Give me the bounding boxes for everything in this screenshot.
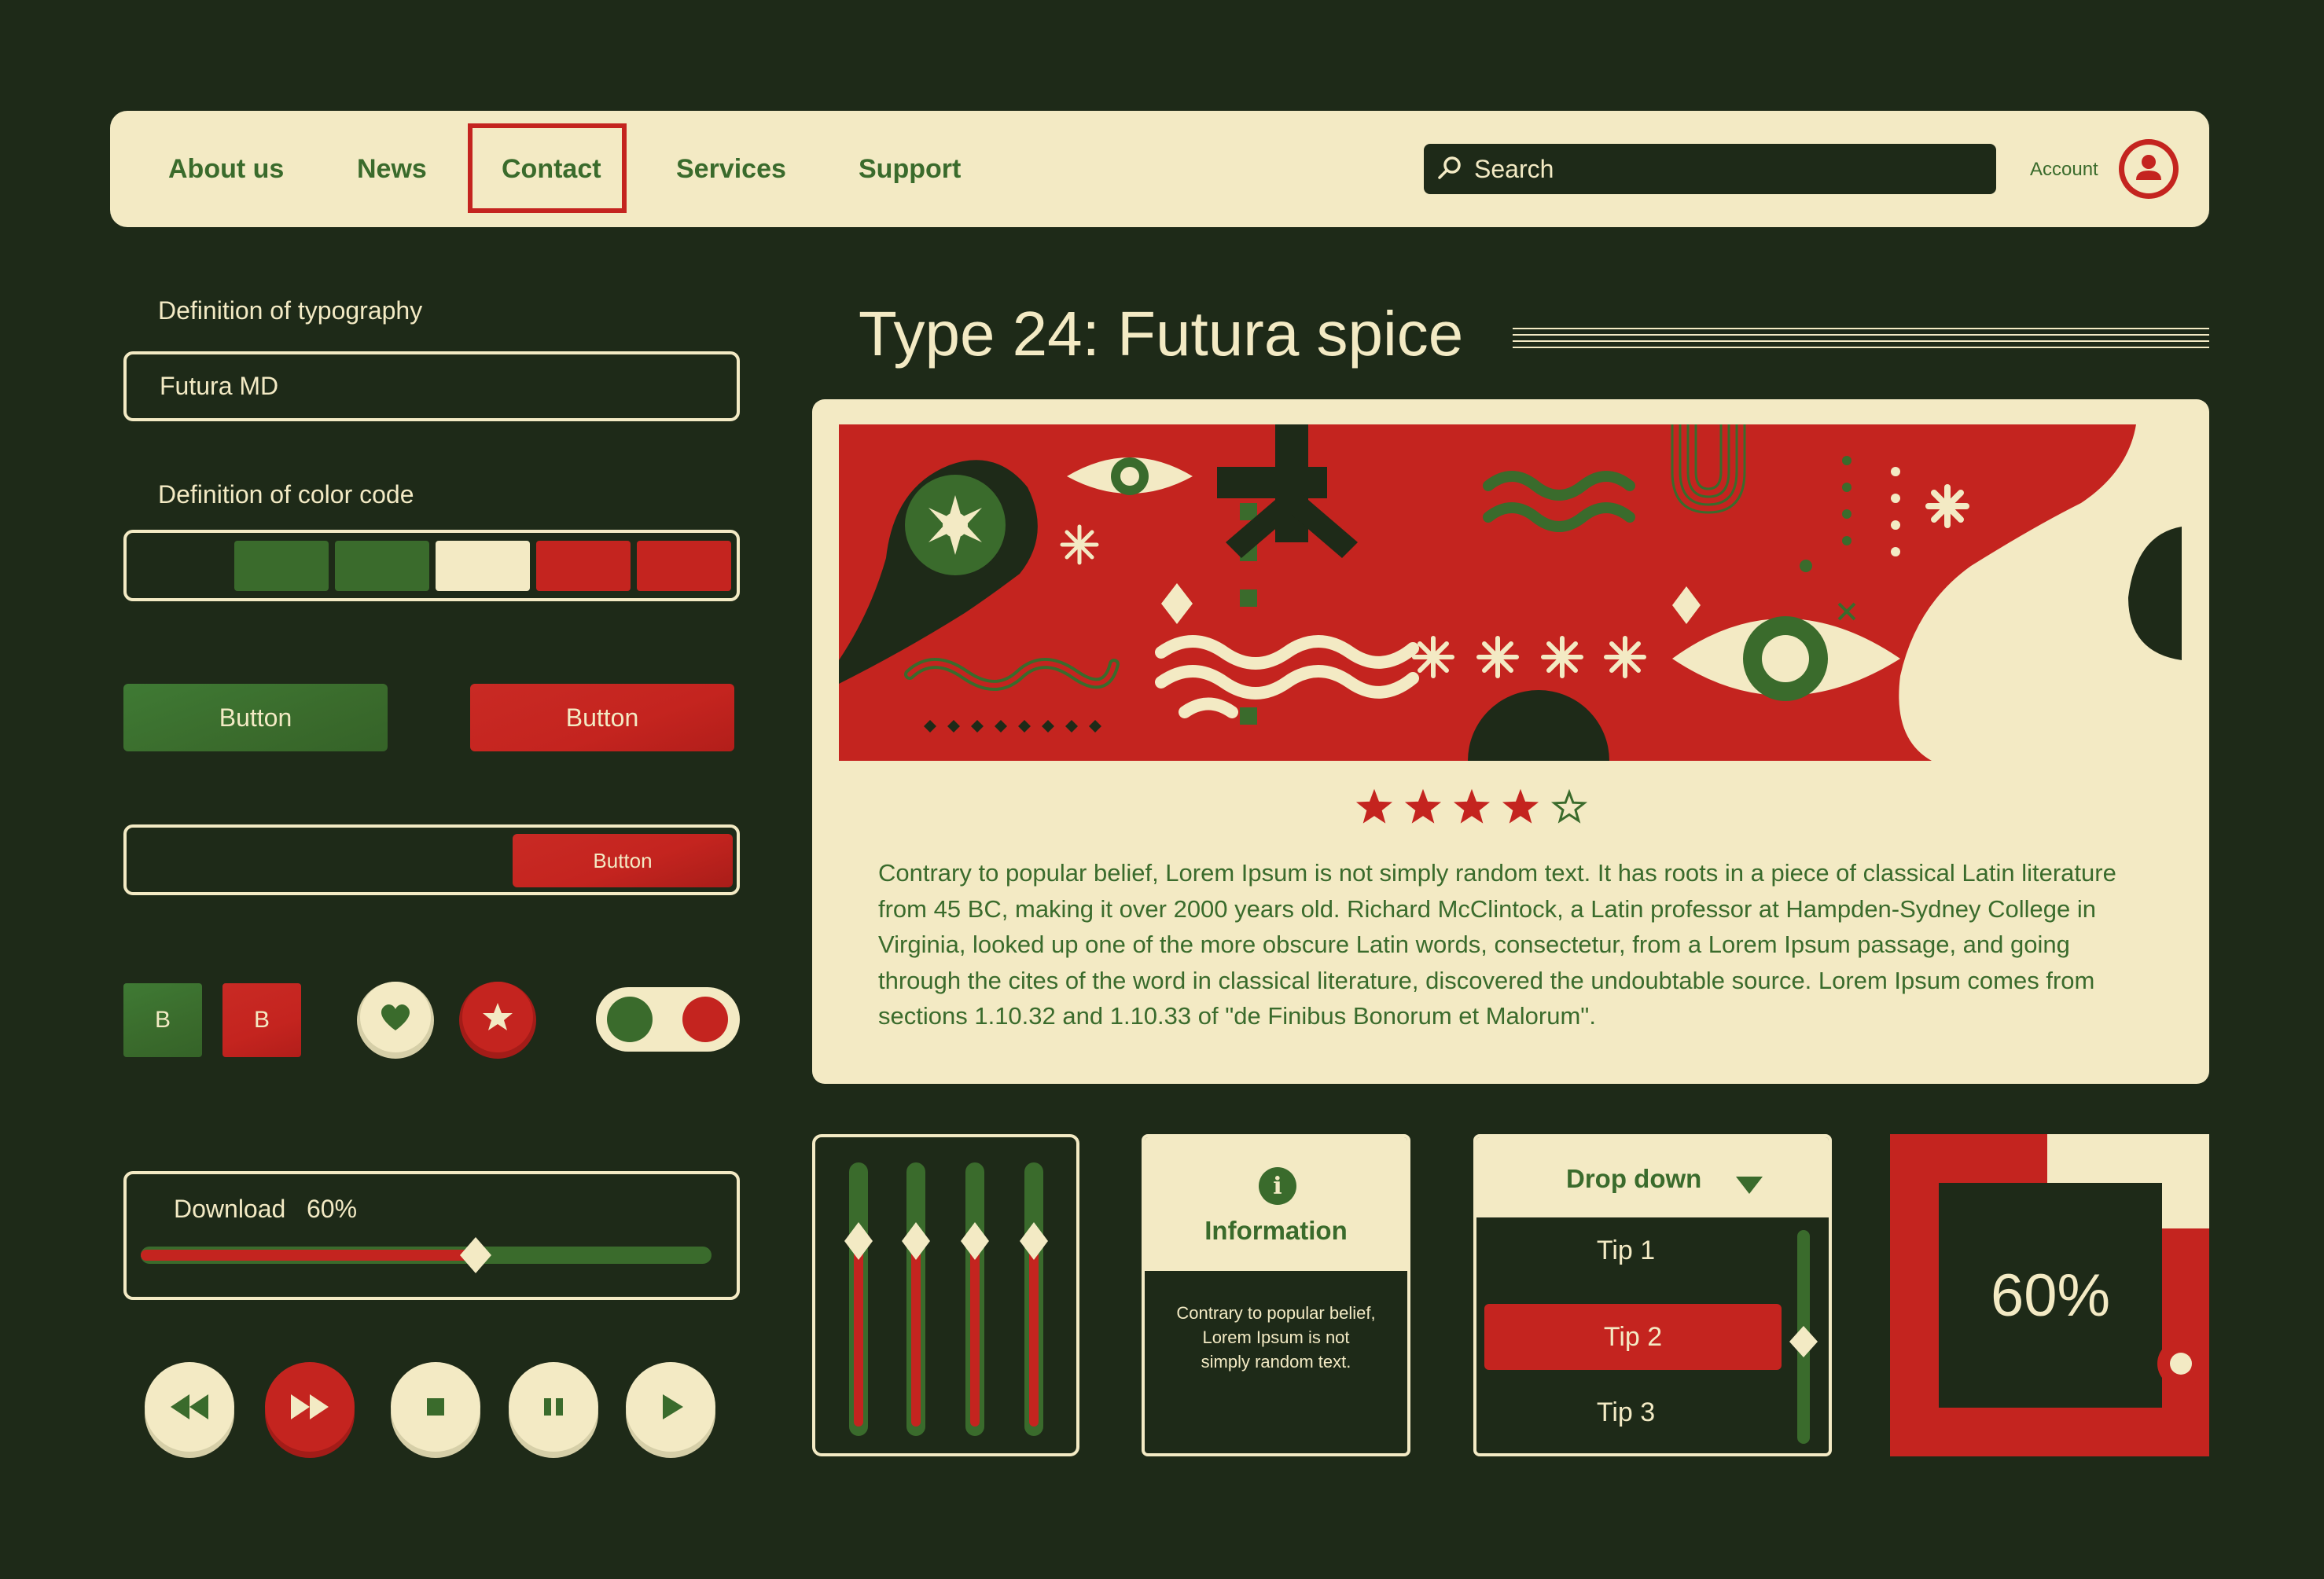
play-button[interactable] [626,1362,715,1452]
slide-button[interactable]: Button [513,834,733,887]
search-icon [1438,156,1461,179]
information-card: i Information Contrary to popular belief… [1142,1134,1410,1456]
percent-card-knob[interactable] [2170,1353,2192,1375]
equalizer-slider[interactable] [844,1162,873,1436]
nav-support[interactable]: Support [859,150,961,188]
dropdown-scroll-handle[interactable] [1789,1326,1818,1357]
heart-icon [360,982,431,1052]
star-filled-icon[interactable] [1404,788,1442,824]
equalizer-handle[interactable] [844,1222,873,1260]
toggle-option-green[interactable] [607,997,653,1042]
dropdown-title: Drop down [1566,1164,1702,1193]
dropdown-menu: Drop down Tip 1 Tip 2 Tip 3 [1473,1134,1832,1456]
star-icon [462,982,533,1052]
nav-about-us[interactable]: About us [168,150,284,188]
equalizer-handle[interactable] [1020,1222,1048,1260]
star-filled-icon[interactable] [1453,788,1491,824]
equalizer-handle[interactable] [961,1222,989,1260]
typography-label: Definition of typography [158,296,423,325]
description-text: Contrary to popular belief, Lorem Ipsum … [878,859,2116,1030]
play-icon [663,1394,683,1419]
stop-icon [427,1398,444,1416]
color-swatch [436,541,530,591]
percent-card: 60% [1890,1134,2209,1456]
typography-value: Futura MD [160,372,279,400]
nav-contact[interactable]: Contact [502,150,601,188]
download-percent: 60% [306,1195,358,1223]
account-avatar-button[interactable] [2119,139,2179,199]
equalizer-panel [812,1134,1079,1456]
color-swatch [536,541,631,591]
download-label: Download 60% [174,1195,357,1224]
download-progress: Download 60% [123,1171,740,1300]
title-decorative-lines [1513,328,2209,348]
decorative-banner-image [839,424,2182,761]
star-empty-icon[interactable] [1550,788,1588,824]
percent-card-inner: 60% [1939,1183,2162,1408]
dropdown-arrow-icon [1736,1177,1763,1194]
user-icon [2124,145,2173,193]
toggle-option-red[interactable] [682,997,728,1042]
percent-value: 60% [1990,1261,2111,1329]
rating-stars[interactable] [812,788,2209,828]
info-icon: i [1259,1167,1296,1205]
download-text: Download [174,1195,286,1223]
rewind-button[interactable] [145,1362,234,1452]
information-title: Information [1204,1216,1348,1245]
color-swatch [637,541,731,591]
square-button-green[interactable]: B [123,983,202,1057]
page-title: Type 24: Futura spice [859,299,1464,369]
dropdown-item[interactable]: Tip 3 [1476,1379,1775,1445]
dropdown-item-selected[interactable]: Tip 2 [1484,1304,1782,1370]
download-track [141,1237,712,1273]
dropdown-item[interactable]: Tip 1 [1476,1217,1775,1283]
equalizer-slider[interactable] [902,1162,930,1436]
stop-button[interactable] [391,1362,480,1452]
star-button[interactable] [459,982,536,1059]
dropdown-header[interactable]: Drop down [1476,1137,1829,1217]
pause-button[interactable] [509,1362,598,1452]
download-fill [141,1250,476,1261]
star-filled-icon[interactable] [1355,788,1393,824]
secondary-button-red[interactable]: Button [470,684,734,751]
equalizer-sliders[interactable] [815,1137,1076,1453]
search-input[interactable] [1474,144,1977,194]
content-card: Contrary to popular belief, Lorem Ipsum … [812,399,2209,1084]
toggle-switch[interactable] [596,987,740,1052]
color-code-label: Definition of color code [158,480,414,509]
search-bar[interactable] [1424,144,1996,194]
color-swatch [134,541,229,591]
nav-news[interactable]: News [357,150,427,188]
rewind-icon [171,1394,208,1419]
nav-services[interactable]: Services [676,150,786,188]
information-body: Contrary to popular belief, Lorem Ipsum … [1176,1303,1376,1372]
color-swatch [335,541,429,591]
color-swatch [234,541,329,591]
fast-forward-button[interactable] [265,1362,355,1452]
pause-icon [544,1398,563,1416]
equalizer-slider[interactable] [961,1162,989,1436]
download-slider-handle[interactable] [459,1237,491,1273]
top-nav-bar: About us News Contact Services Support A… [110,111,2209,227]
color-swatch-bar [123,530,740,601]
typography-field[interactable]: Futura MD [123,351,740,421]
equalizer-slider[interactable] [1020,1162,1048,1436]
primary-button-green[interactable]: Button [123,684,388,751]
star-filled-icon[interactable] [1502,788,1539,824]
equalizer-handle[interactable] [902,1222,930,1260]
fast-forward-icon [291,1394,329,1419]
favorite-button[interactable] [357,982,434,1059]
information-header: i Information [1145,1137,1407,1271]
account-label: Account [2030,159,2098,180]
slide-button-track[interactable]: Button [123,824,740,895]
square-button-red[interactable]: B [222,983,301,1057]
